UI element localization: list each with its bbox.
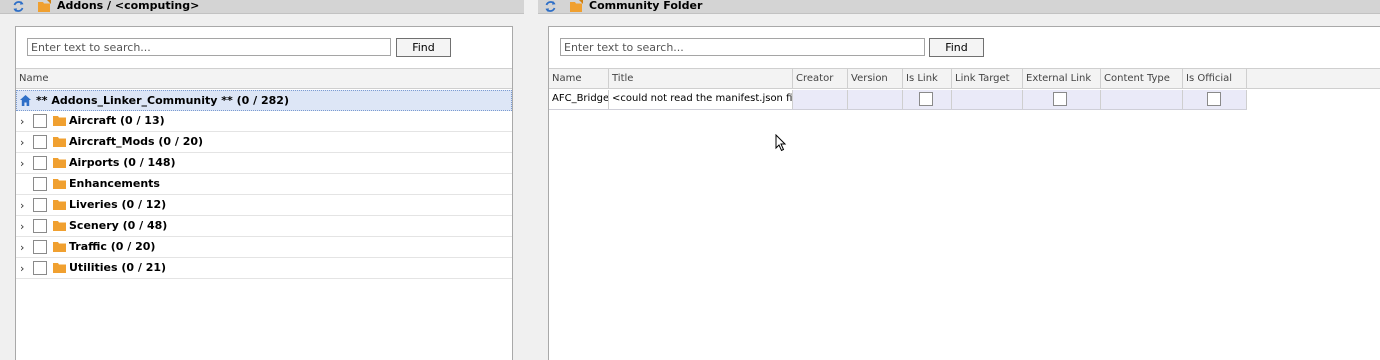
tree-root-row[interactable]: ** Addons_Linker_Community ** (0 / 282) bbox=[16, 90, 512, 111]
cell-is-link bbox=[903, 90, 952, 109]
tree-item-label: Liveries (0 / 12) bbox=[69, 198, 167, 211]
cell-external-link bbox=[1023, 90, 1101, 109]
search-input[interactable] bbox=[27, 38, 391, 56]
folder-icon bbox=[38, 0, 51, 12]
tree-item-label: Scenery (0 / 48) bbox=[69, 219, 168, 232]
column-version[interactable]: Version bbox=[848, 69, 903, 89]
pane-title: Community Folder bbox=[589, 0, 703, 12]
tree-item-liveries[interactable]: › Liveries (0 / 12) bbox=[16, 195, 512, 216]
column-creator[interactable]: Creator bbox=[793, 69, 848, 89]
tree-item-label: Airports (0 / 148) bbox=[69, 156, 176, 169]
refresh-icon[interactable] bbox=[12, 0, 25, 13]
tree-item-checkbox[interactable] bbox=[33, 135, 47, 149]
tree-item-label: Utilities (0 / 21) bbox=[69, 261, 167, 274]
find-button[interactable]: Find bbox=[396, 38, 451, 57]
refresh-icon[interactable] bbox=[544, 0, 557, 13]
cell-link-target bbox=[952, 90, 1023, 109]
column-content-type[interactable]: Content Type bbox=[1101, 69, 1183, 89]
column-name[interactable]: Name bbox=[16, 69, 512, 89]
cell-version bbox=[848, 90, 903, 109]
pane-title: Addons / <computing> bbox=[57, 0, 200, 12]
community-frame: Find Name Title Creator Version Is Link … bbox=[548, 26, 1380, 360]
external-link-checkbox[interactable] bbox=[1053, 92, 1067, 106]
tree-item-checkbox[interactable] bbox=[33, 240, 47, 254]
table-row[interactable]: AFC_Bridge <could not read the manifest.… bbox=[549, 90, 1247, 110]
home-icon bbox=[20, 95, 31, 106]
folder-icon bbox=[53, 179, 66, 189]
tree-item-scenery[interactable]: › Scenery (0 / 48) bbox=[16, 216, 512, 237]
find-button[interactable]: Find bbox=[929, 38, 984, 57]
column-name[interactable]: Name bbox=[549, 69, 609, 89]
folder-icon bbox=[53, 221, 66, 231]
addons-frame: Find Name ** Addons_Linker_Community ** … bbox=[15, 26, 513, 360]
column-header: Name Title Creator Version Is Link Link … bbox=[549, 68, 1380, 89]
chevron-right-icon[interactable]: › bbox=[20, 220, 28, 233]
tree-item-aircraft[interactable]: › Aircraft (0 / 13) bbox=[16, 111, 512, 132]
tree-item-utilities[interactable]: › Utilities (0 / 21) bbox=[16, 258, 512, 279]
folder-icon bbox=[53, 116, 66, 126]
mouse-cursor-icon bbox=[775, 134, 787, 152]
cell-title: <could not read the manifest.json file> bbox=[609, 90, 793, 109]
chevron-right-icon[interactable]: › bbox=[20, 241, 28, 254]
tree-item-aircraft-mods[interactable]: › Aircraft_Mods (0 / 20) bbox=[16, 132, 512, 153]
column-link-target[interactable]: Link Target bbox=[952, 69, 1023, 89]
community-titlebar: Community Folder bbox=[538, 0, 1380, 14]
chevron-right-icon[interactable]: › bbox=[20, 115, 28, 128]
column-external-link[interactable]: External Link bbox=[1023, 69, 1101, 89]
tree-item-checkbox[interactable] bbox=[33, 261, 47, 275]
chevron-right-icon[interactable]: › bbox=[20, 157, 28, 170]
tree-item-checkbox[interactable] bbox=[33, 198, 47, 212]
tree-item-enhancements[interactable]: Enhancements bbox=[16, 174, 512, 195]
is-official-checkbox[interactable] bbox=[1207, 92, 1221, 106]
addons-titlebar: Addons / <computing> bbox=[0, 0, 524, 14]
folder-icon bbox=[53, 242, 66, 252]
cell-creator bbox=[793, 90, 848, 109]
folder-icon bbox=[53, 137, 66, 147]
cell-is-official bbox=[1183, 90, 1247, 109]
tree-item-airports[interactable]: › Airports (0 / 148) bbox=[16, 153, 512, 174]
tree-root-label: ** Addons_Linker_Community ** (0 / 282) bbox=[36, 94, 289, 107]
folder-icon bbox=[570, 0, 583, 12]
cell-content-type bbox=[1101, 90, 1183, 109]
search-input[interactable] bbox=[560, 38, 925, 56]
tree-item-checkbox[interactable] bbox=[33, 177, 47, 191]
column-header: Name bbox=[16, 68, 512, 89]
folder-icon bbox=[53, 200, 66, 210]
tree-item-checkbox[interactable] bbox=[33, 114, 47, 128]
cell-name: AFC_Bridge bbox=[549, 90, 609, 109]
chevron-right-icon[interactable]: › bbox=[20, 262, 28, 275]
tree-item-checkbox[interactable] bbox=[33, 156, 47, 170]
column-is-link[interactable]: Is Link bbox=[903, 69, 952, 89]
is-link-checkbox[interactable] bbox=[919, 92, 933, 106]
tree-item-label: Enhancements bbox=[69, 177, 160, 190]
folder-icon bbox=[53, 158, 66, 168]
chevron-right-icon[interactable]: › bbox=[20, 136, 28, 149]
column-title[interactable]: Title bbox=[609, 69, 793, 89]
tree-item-traffic[interactable]: › Traffic (0 / 20) bbox=[16, 237, 512, 258]
pane-splitter[interactable] bbox=[524, 0, 538, 360]
tree-item-checkbox[interactable] bbox=[33, 219, 47, 233]
tree-item-label: Aircraft (0 / 13) bbox=[69, 114, 165, 127]
tree-item-label: Traffic (0 / 20) bbox=[69, 240, 156, 253]
addons-pane: Addons / <computing> Find Name ** Addons… bbox=[0, 0, 524, 360]
column-is-official[interactable]: Is Official bbox=[1183, 69, 1247, 89]
tree-item-label: Aircraft_Mods (0 / 20) bbox=[69, 135, 204, 148]
chevron-right-icon[interactable]: › bbox=[20, 199, 28, 212]
community-pane: Community Folder Find Name Title Creator… bbox=[538, 0, 1380, 360]
folder-icon bbox=[53, 263, 66, 273]
